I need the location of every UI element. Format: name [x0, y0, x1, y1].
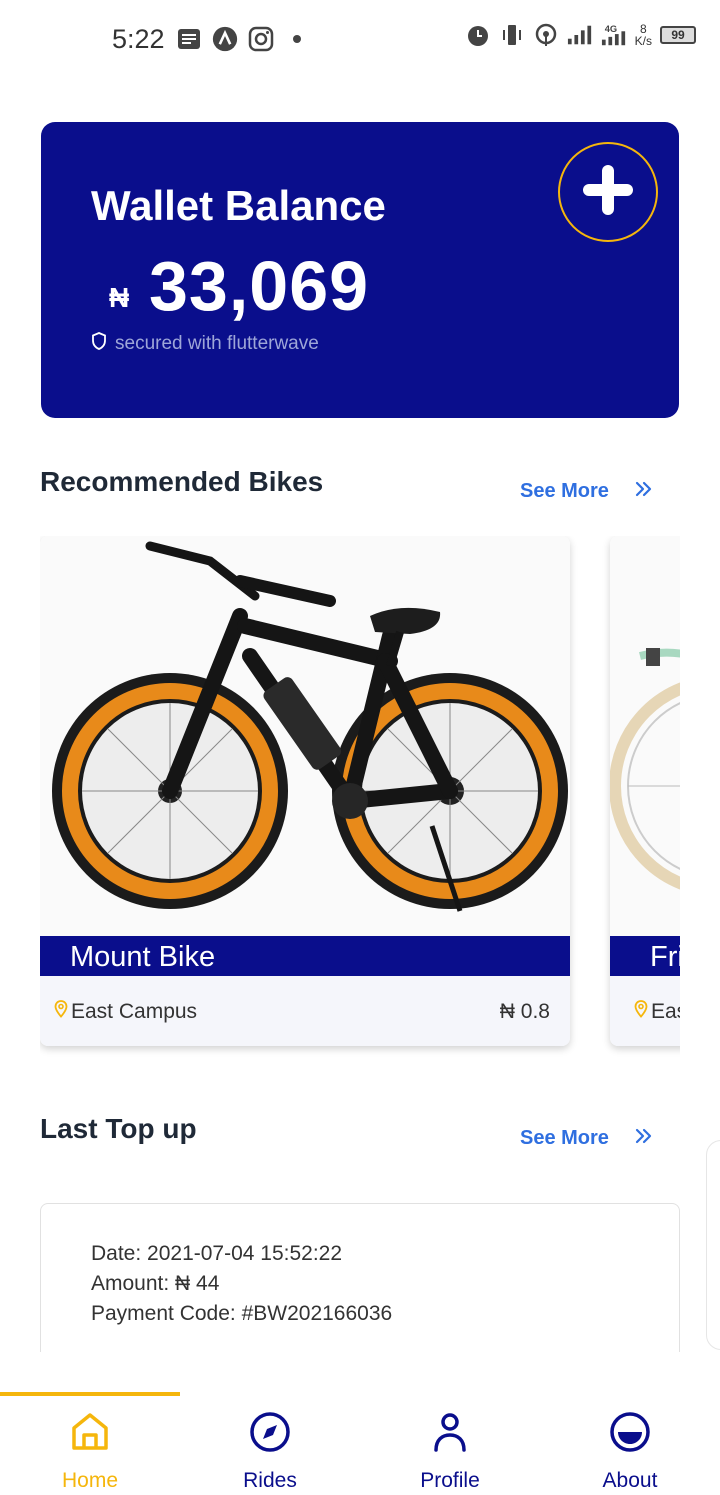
topup-payment-code: Payment Code: #BW202166036: [91, 1302, 393, 1325]
wallet-balance-card: Wallet Balance ₦ 33,069 secured with flu…: [41, 122, 679, 418]
bike-location: Eas: [634, 1000, 680, 1024]
bike-location-text: East Campus: [71, 1000, 198, 1023]
location-pin-icon: [54, 1000, 68, 1024]
add-funds-button[interactable]: [558, 142, 658, 242]
last-topup-title: Last Top up: [40, 1113, 197, 1144]
edge-panel-handle[interactable]: [706, 1140, 720, 1350]
see-more-label: See More: [520, 1127, 609, 1149]
plus-icon: [581, 163, 635, 222]
nav-profile-label: Profile: [420, 1469, 480, 1492]
secured-text: secured with flutterwave: [115, 332, 319, 354]
topup-amount: Amount: ₦ 44: [91, 1272, 220, 1295]
nav-about-label: About: [602, 1469, 658, 1492]
double-chevron-right-icon: [633, 1125, 655, 1152]
nav-profile[interactable]: Profile: [360, 1410, 540, 1495]
status-time: 5:22: [112, 24, 165, 54]
bike-name-bar: Fri: [610, 936, 680, 976]
bike-location: East Campus: [54, 1000, 197, 1024]
see-more-label: See More: [520, 480, 609, 502]
person-icon: [428, 1410, 472, 1459]
last-topup-card: Date: 2021-07-04 15:52:22 Amount: ₦ 44 P…: [40, 1203, 680, 1363]
bike-card[interactable]: Fri Eas: [610, 536, 680, 1046]
more-notifications-dot-icon: [284, 26, 310, 52]
secured-notice: secured with flutterwave: [91, 332, 319, 355]
currency-symbol: ₦: [109, 282, 130, 313]
bike-name: Mount Bike: [70, 941, 216, 973]
bike-location-text: Eas: [651, 1000, 680, 1023]
system-status-icons: 4G 8 K/s 99: [465, 22, 696, 48]
instagram-icon: [248, 26, 274, 52]
bike-name-bar: Mount Bike: [40, 936, 570, 976]
status-bar: 5:22 4G 8 K/s 99: [0, 0, 720, 82]
recommended-see-more-button[interactable]: See More: [520, 478, 655, 505]
bike-image: [40, 536, 570, 936]
hotspot-icon: [533, 22, 559, 48]
recommended-bikes-title: Recommended Bikes: [40, 466, 324, 497]
about-icon: [608, 1410, 652, 1459]
message-notification-icon: [176, 26, 202, 52]
signal-4g-icon: 4G: [601, 22, 627, 48]
signal-strength-icon: [567, 22, 593, 48]
battery-indicator: 99: [660, 26, 696, 44]
topup-see-more-button[interactable]: See More: [520, 1125, 655, 1152]
nav-about[interactable]: About: [540, 1410, 720, 1495]
wallet-amount: 33,069: [149, 247, 370, 325]
bike-image: [610, 536, 680, 936]
alarm-icon: [465, 22, 491, 48]
compass-icon: [248, 1410, 292, 1459]
network-speed: 8 K/s: [634, 22, 652, 48]
bike-card[interactable]: Mount Bike East Campus ₦ 0.8: [40, 536, 570, 1046]
bike-price: ₦ 0.8: [499, 1000, 550, 1023]
shield-icon: [91, 332, 107, 355]
nav-rides-label: Rides: [243, 1469, 297, 1492]
topup-date: Date: 2021-07-04 15:52:22: [91, 1242, 343, 1265]
bike-info-footer: Eas: [610, 976, 680, 1046]
nav-rides[interactable]: Rides: [180, 1410, 360, 1495]
vibrate-icon: [499, 22, 525, 48]
double-chevron-right-icon: [633, 478, 655, 505]
bike-name: Fri: [650, 941, 680, 973]
svg-text:4G: 4G: [604, 24, 616, 34]
location-pin-icon: [634, 1000, 648, 1024]
active-tab-indicator: [0, 1392, 180, 1396]
bottom-navigation: Home Rides Profile About: [0, 1352, 720, 1495]
recommended-bikes-carousel[interactable]: Mount Bike East Campus ₦ 0.8 Fri: [40, 536, 680, 1066]
notification-icons: [176, 26, 310, 52]
app-notification-icon: [212, 26, 238, 52]
wallet-title: Wallet Balance: [91, 182, 386, 229]
home-icon: [68, 1410, 112, 1459]
nav-home[interactable]: Home: [0, 1410, 180, 1495]
nav-home-label: Home: [61, 1469, 119, 1492]
bike-info-footer: East Campus ₦ 0.8: [40, 976, 570, 1046]
